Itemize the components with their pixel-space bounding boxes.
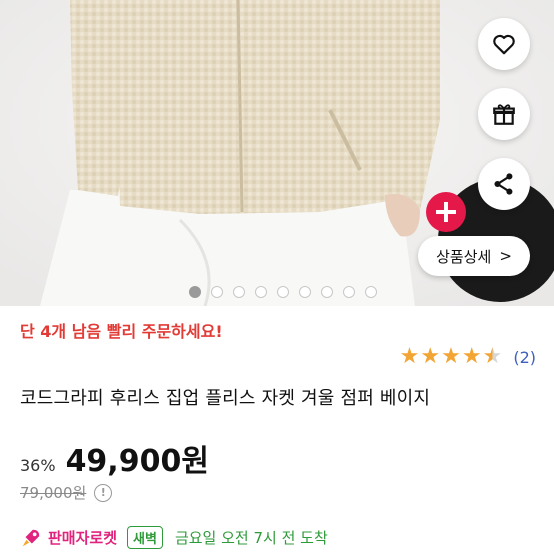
review-count[interactable]: (2) (513, 348, 536, 367)
star-icon: ★ (441, 344, 461, 369)
price-row: 36% 49,900원 (20, 436, 209, 480)
carousel-dot[interactable] (211, 286, 223, 298)
delivery-info: 판매자로켓 새벽 금요일 오전 7시 전 도착 (20, 526, 328, 549)
share-icon (494, 173, 513, 195)
product-detail-label: 상품상세 (436, 247, 492, 266)
star-icon: ★ (399, 344, 420, 369)
original-price-row: 79,000원 ! (20, 482, 113, 503)
share-button[interactable] (478, 158, 530, 210)
star-icon: ★ (461, 344, 482, 369)
seller-rocket-label: 판매자로켓 (48, 529, 118, 547)
discount-rate: 36% (20, 456, 56, 475)
carousel-dot[interactable] (321, 286, 333, 298)
half-star-icon: ★ (482, 344, 503, 369)
carousel-dot[interactable] (189, 286, 201, 298)
rocket-icon (20, 527, 42, 549)
like-button[interactable] (478, 18, 530, 70)
info-icon[interactable]: ! (94, 483, 113, 502)
carousel-dot[interactable] (277, 286, 289, 298)
gift-button[interactable] (478, 88, 530, 140)
carousel-dot[interactable] (299, 286, 311, 298)
gift-icon (493, 104, 515, 125)
carousel-dot[interactable] (365, 286, 377, 298)
stock-notice: 단 4개 남음 빨리 주문하세요! (20, 322, 223, 341)
product-rating[interactable]: ★ ★ ★ ★ ★ (2) (400, 346, 536, 368)
carousel-dot[interactable] (343, 286, 355, 298)
sale-price: 49,900원 (65, 444, 209, 479)
carousel-indicator (0, 286, 554, 300)
carousel-dot[interactable] (233, 286, 245, 298)
heart-icon (493, 34, 515, 55)
product-title: 코드그라피 후리스 집업 플리스 자켓 겨울 점퍼 베이지 (20, 388, 431, 409)
star-icon: ★ (420, 344, 441, 369)
chevron-right-icon: > (499, 247, 512, 265)
carousel-dot[interactable] (255, 286, 267, 298)
original-price: 79,000원 (20, 484, 87, 502)
product-detail-button[interactable]: 상품상세 > (418, 236, 530, 276)
dawn-delivery-badge: 새벽 (127, 526, 163, 549)
arrival-date: 금요일 오전 7시 전 도착 (174, 529, 328, 547)
